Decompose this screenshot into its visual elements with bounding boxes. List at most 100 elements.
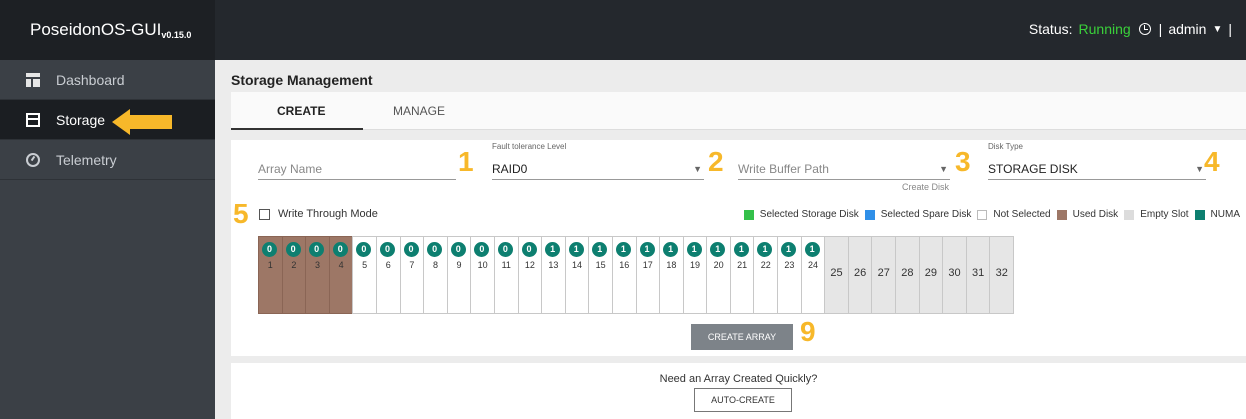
sidebar-item-label: Telemetry bbox=[56, 151, 117, 168]
annotation-number-1: 1 bbox=[458, 146, 474, 177]
numa-badge: 1 bbox=[615, 242, 631, 257]
numa-badge: 1 bbox=[568, 242, 584, 257]
numa-badge: 0 bbox=[262, 242, 277, 257]
numa-badge: 0 bbox=[403, 242, 419, 257]
slot-number: 28 bbox=[901, 267, 914, 279]
fault-tolerance-select[interactable]: Fault tolerance Level RAID0 ▼ bbox=[492, 142, 704, 180]
disk-slot[interactable]: 0 12 bbox=[517, 236, 543, 314]
numa-badge: 0 bbox=[356, 242, 372, 257]
legend-swatch bbox=[743, 209, 754, 220]
slot-number: 30 bbox=[948, 267, 961, 279]
slot-number: 2 bbox=[291, 260, 297, 270]
slot-number: 7 bbox=[409, 260, 415, 270]
active-tab-indicator bbox=[231, 128, 363, 130]
legend-swatch bbox=[1194, 209, 1205, 220]
slot-number: 9 bbox=[456, 260, 462, 270]
numa-badge: 1 bbox=[710, 242, 726, 257]
numa-badge: 0 bbox=[332, 242, 348, 257]
slot-number: 32 bbox=[995, 267, 1008, 279]
disk-slot[interactable]: 26 bbox=[847, 236, 873, 314]
disk-slot[interactable]: 08 bbox=[423, 236, 448, 314]
tab-manage[interactable]: MANAGE bbox=[393, 104, 445, 118]
disk-slot[interactable]: 1 17 bbox=[635, 236, 661, 314]
disk-slot[interactable]: 1 20 bbox=[706, 236, 731, 314]
write-through-checkbox[interactable] bbox=[259, 208, 270, 220]
arrow-annotation-storage bbox=[112, 109, 172, 135]
legend-label: Not Selected bbox=[993, 209, 1051, 220]
disk-slot[interactable]: 07 bbox=[399, 236, 425, 314]
numa-badge: 0 bbox=[497, 242, 513, 257]
app-brand[interactable]: PoseidonOS-GUIv0.15.0 bbox=[0, 0, 215, 60]
slot-number: 26 bbox=[854, 267, 867, 279]
disk-slot[interactable]: 31 bbox=[965, 236, 991, 314]
numa-badge: 1 bbox=[686, 242, 702, 257]
sidebar-item-label: Storage bbox=[56, 111, 106, 128]
slot-number: 17 bbox=[642, 260, 653, 270]
annotation-number-2: 2 bbox=[708, 146, 724, 177]
create-array-button[interactable]: CREATE ARRAY bbox=[691, 324, 793, 350]
numa-badge: 1 bbox=[757, 242, 773, 257]
numa-badge: 0 bbox=[285, 242, 301, 257]
slot-number: 16 bbox=[619, 260, 630, 270]
sidebar-item-dashboard[interactable]: Dashboard bbox=[0, 60, 215, 100]
disk-slot[interactable]: 1 21 bbox=[729, 236, 755, 314]
disk-slot[interactable]: 05 bbox=[352, 236, 377, 314]
slot-number: 3 bbox=[314, 260, 320, 270]
auto-create-button[interactable]: AUTO-CREATE bbox=[694, 388, 792, 412]
disk-slot[interactable]: 1 16 bbox=[611, 236, 637, 314]
disk-slot[interactable]: 29 bbox=[918, 236, 944, 314]
user-menu[interactable]: admin bbox=[1168, 21, 1206, 37]
numa-badge: 0 bbox=[309, 242, 325, 257]
disk-slot[interactable]: 27 bbox=[871, 236, 897, 314]
legend-label: Selected Storage Disk bbox=[759, 209, 859, 220]
top-right-status: Status: Running | admin ▼ | bbox=[1029, 21, 1232, 37]
dashboard-icon bbox=[26, 72, 40, 87]
tab-create[interactable]: CREATE bbox=[277, 104, 325, 118]
auto-create-card: Need an Array Created Quickly? AUTO-CREA… bbox=[231, 363, 1246, 419]
create-array-card: Array Name 1 Fault tolerance Level RAID0… bbox=[231, 140, 1246, 356]
disk-slot[interactable]: 02 bbox=[281, 236, 307, 314]
disk-slot[interactable]: 0 10 bbox=[470, 236, 495, 314]
slot-number: 10 bbox=[477, 260, 488, 270]
disk-slot[interactable]: 28 bbox=[895, 236, 920, 314]
annotation-number-5: 5 bbox=[233, 198, 249, 229]
chevron-down-icon: ▼ bbox=[693, 164, 702, 174]
disk-slot[interactable]: 32 bbox=[989, 236, 1014, 314]
numa-badge: 0 bbox=[450, 242, 466, 257]
disk-slot[interactable]: 1 19 bbox=[682, 236, 708, 314]
disk-slot[interactable]: 1 18 bbox=[659, 236, 684, 314]
slot-number: 20 bbox=[713, 260, 724, 270]
chevron-down-icon[interactable]: ▼ bbox=[1212, 24, 1222, 35]
disk-slot[interactable]: 1 23 bbox=[777, 236, 802, 314]
disk-slot[interactable]: 1 14 bbox=[564, 236, 590, 314]
write-buffer-select[interactable]: Write Buffer Path ▼ bbox=[738, 160, 950, 180]
disk-slot[interactable]: 06 bbox=[375, 236, 401, 314]
slot-number: 29 bbox=[924, 267, 938, 279]
storage-icon bbox=[26, 112, 40, 127]
slot-number: 25 bbox=[830, 267, 843, 279]
slot-number: 14 bbox=[572, 260, 583, 270]
numa-badge: 1 bbox=[781, 242, 797, 257]
disk-slot[interactable]: 04 bbox=[328, 236, 354, 314]
sidebar-item-storage[interactable]: Storage bbox=[0, 100, 215, 140]
disk-slot[interactable]: 01 bbox=[258, 236, 283, 314]
array-name-input[interactable]: Array Name bbox=[258, 160, 456, 180]
disk-slot[interactable]: 1 15 bbox=[588, 236, 613, 314]
slot-number: 19 bbox=[689, 260, 700, 270]
disk-slot[interactable]: 03 bbox=[305, 236, 330, 314]
disk-slot[interactable]: 25 bbox=[824, 236, 849, 314]
slot-number: 15 bbox=[595, 260, 606, 270]
write-through-mode[interactable]: Write Through Mode bbox=[259, 208, 378, 220]
sidebar: Dashboard Storage Telemetry bbox=[0, 60, 215, 419]
legend-label: Empty Slot bbox=[1140, 209, 1189, 220]
sidebar-item-telemetry[interactable]: Telemetry bbox=[0, 140, 215, 180]
disk-slot[interactable]: 1 24 bbox=[800, 236, 826, 314]
disk-slot[interactable]: 1 13 bbox=[541, 236, 566, 314]
disk-slot[interactable]: 0 11 bbox=[493, 236, 519, 314]
create-disk-link[interactable]: Create Disk bbox=[902, 182, 949, 192]
disk-slot[interactable]: 30 bbox=[942, 236, 967, 314]
disk-type-select[interactable]: Disk Type STORAGE DISK ▼ bbox=[988, 142, 1206, 180]
disk-slot[interactable]: 09 bbox=[446, 236, 472, 314]
slot-number: 8 bbox=[432, 260, 438, 270]
disk-slot[interactable]: 1 22 bbox=[753, 236, 779, 314]
